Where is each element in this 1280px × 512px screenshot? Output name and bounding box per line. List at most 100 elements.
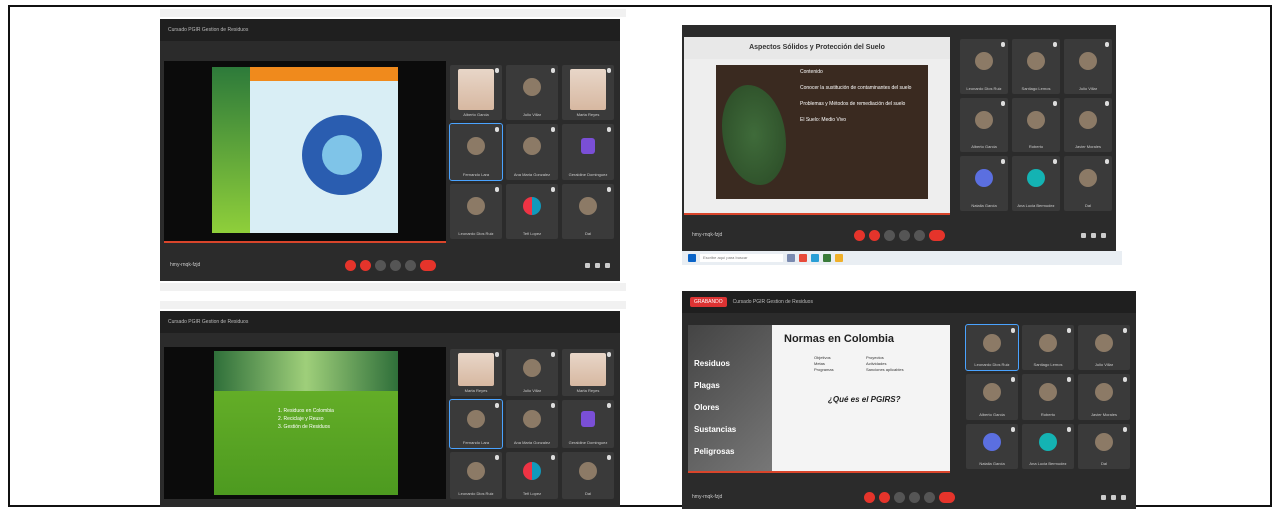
participant-tile[interactable]: Fernando Lara [449, 123, 503, 181]
participant-tile[interactable]: Ana Lucia Bermudez [1012, 156, 1060, 211]
mic-muted-icon [1105, 42, 1109, 47]
mic-muted-icon [551, 403, 555, 409]
app-icon[interactable] [811, 254, 819, 262]
present-button[interactable] [389, 259, 401, 271]
participant-tile[interactable]: Dal [562, 183, 614, 239]
info-icon[interactable] [1081, 232, 1086, 238]
participant-tile[interactable]: Leonardo Dios Ruiz [965, 323, 1019, 372]
captions-button[interactable] [893, 491, 905, 503]
participant-tile[interactable]: Fernando Lara [449, 399, 503, 449]
participant-name: Dal [584, 491, 591, 496]
mic-muted-icon [1067, 377, 1071, 383]
end-call-button[interactable] [928, 229, 945, 241]
mic-button[interactable] [344, 259, 356, 271]
mic-muted-icon [1123, 328, 1127, 333]
app-icon[interactable] [823, 254, 831, 262]
participant-tile[interactable]: Julio Villar [1078, 325, 1130, 371]
mic-muted-icon [607, 454, 611, 460]
participant-tile[interactable]: Javier Morales [1064, 97, 1112, 153]
participant-tile[interactable]: Dal [1078, 423, 1130, 469]
slide-text-item: El Suelo: Medio Vivo [800, 117, 847, 123]
participant-name: Leonardo Dios Ruiz [458, 491, 494, 496]
participant-tile[interactable]: Natalia Garcia [960, 156, 1008, 211]
mic-muted-icon [1011, 328, 1015, 333]
participant-tile[interactable]: Santiago Lemos [1022, 325, 1074, 371]
participant-tile[interactable]: Marta Reyes [562, 349, 614, 397]
more-button[interactable] [913, 229, 925, 241]
participant-tile[interactable]: Marta Reyes [450, 349, 502, 397]
avatar [581, 138, 595, 155]
camera-button[interactable] [878, 491, 890, 503]
participant-tile[interactable]: Alberto Garcia [450, 65, 502, 121]
info-icon[interactable] [1101, 494, 1106, 500]
participant-tile[interactable]: Julio Villar [1064, 39, 1112, 94]
participant-tile[interactable]: Natalia Garcia [966, 423, 1018, 469]
captions-button[interactable] [883, 229, 895, 241]
more-button[interactable] [404, 259, 416, 271]
participant-tile[interactable]: Alberto Garcia [966, 374, 1018, 420]
chat-icon[interactable] [605, 262, 610, 268]
mic-muted-icon [495, 186, 499, 192]
avatar [975, 169, 993, 188]
camera-button[interactable] [359, 259, 371, 271]
call-controls: hmy-rnqk-fzjd [682, 221, 1116, 249]
address-bar[interactable] [160, 291, 628, 301]
people-icon[interactable] [595, 262, 600, 268]
present-button[interactable] [898, 229, 910, 241]
more-button[interactable] [923, 491, 935, 503]
participant-tile[interactable]: Geraldine Dominguez [562, 400, 614, 448]
participant-name: Julio Villar [1078, 85, 1098, 91]
chat-icon[interactable] [1101, 232, 1106, 238]
participant-tile[interactable]: Leonardo Dios Ruiz [960, 39, 1008, 94]
participant-tile[interactable]: Marta Reyes [562, 65, 614, 121]
participant-tile[interactable]: Julio Villar [506, 65, 558, 121]
participant-tile[interactable]: Santiago Lemos [1012, 39, 1060, 94]
participant-tile[interactable]: Leonardo Dios Ruiz [450, 451, 502, 499]
participant-name: Leonardo Dios Ruiz [966, 85, 1002, 91]
app-icon[interactable] [787, 254, 795, 262]
participant-tile[interactable]: Leonardo Dios Ruiz [450, 183, 502, 239]
participant-tile[interactable]: Tefi Lopez [506, 451, 558, 499]
avatar [523, 461, 541, 480]
participant-name: Dal [584, 231, 591, 236]
window-titlebar: Cursado PGIR Gestion de Residuos [160, 311, 620, 333]
participant-tile[interactable]: Javier Morales [1078, 374, 1130, 420]
participant-tile[interactable]: Ana Maria Gonzalez [506, 400, 558, 448]
participant-name: Roberto [1028, 144, 1044, 150]
participant-video [570, 353, 606, 387]
participant-tile[interactable]: Ana Lucia Bermudez [1022, 423, 1074, 469]
mic-muted-icon [1053, 159, 1057, 165]
taskbar-search[interactable]: Escribe aquí para buscar [700, 254, 783, 262]
end-call-button[interactable] [419, 259, 436, 271]
participant-tile[interactable]: Dal [1064, 156, 1112, 211]
participant-tile[interactable]: Ana Maria Gonzalez [506, 124, 558, 180]
participant-tile[interactable]: Alberto Garcia [960, 97, 1008, 153]
mic-muted-icon [495, 68, 499, 73]
people-icon[interactable] [1091, 232, 1096, 238]
participant-tile[interactable]: Geraldine Dominguez [562, 124, 614, 180]
participant-tile[interactable]: Julio Villar [506, 349, 558, 397]
participant-name: Marta Reyes [576, 112, 600, 118]
people-icon[interactable] [1111, 494, 1116, 500]
mic-button[interactable] [863, 491, 875, 503]
mic-muted-icon [551, 454, 555, 460]
captions-button[interactable] [374, 259, 386, 271]
end-call-button[interactable] [938, 491, 955, 503]
participant-name: Alberto Garcia [971, 144, 997, 150]
avatar [1039, 432, 1057, 451]
avatar [1027, 110, 1045, 129]
camera-button[interactable] [868, 229, 880, 241]
windows-start-icon[interactable] [688, 254, 696, 262]
participant-tile[interactable]: Tefi Lopez [506, 183, 558, 239]
mic-button[interactable] [853, 229, 865, 241]
mic-muted-icon [1067, 328, 1071, 333]
chat-icon[interactable] [1121, 494, 1126, 500]
mic-muted-icon [1123, 377, 1127, 383]
participant-tile[interactable]: Roberto [1012, 97, 1060, 153]
participant-tile[interactable]: Dal [562, 451, 614, 499]
present-button[interactable] [908, 491, 920, 503]
app-icon[interactable] [835, 254, 843, 262]
info-icon[interactable] [585, 262, 590, 268]
participant-tile[interactable]: Roberto [1022, 374, 1074, 420]
app-icon[interactable] [799, 254, 807, 262]
